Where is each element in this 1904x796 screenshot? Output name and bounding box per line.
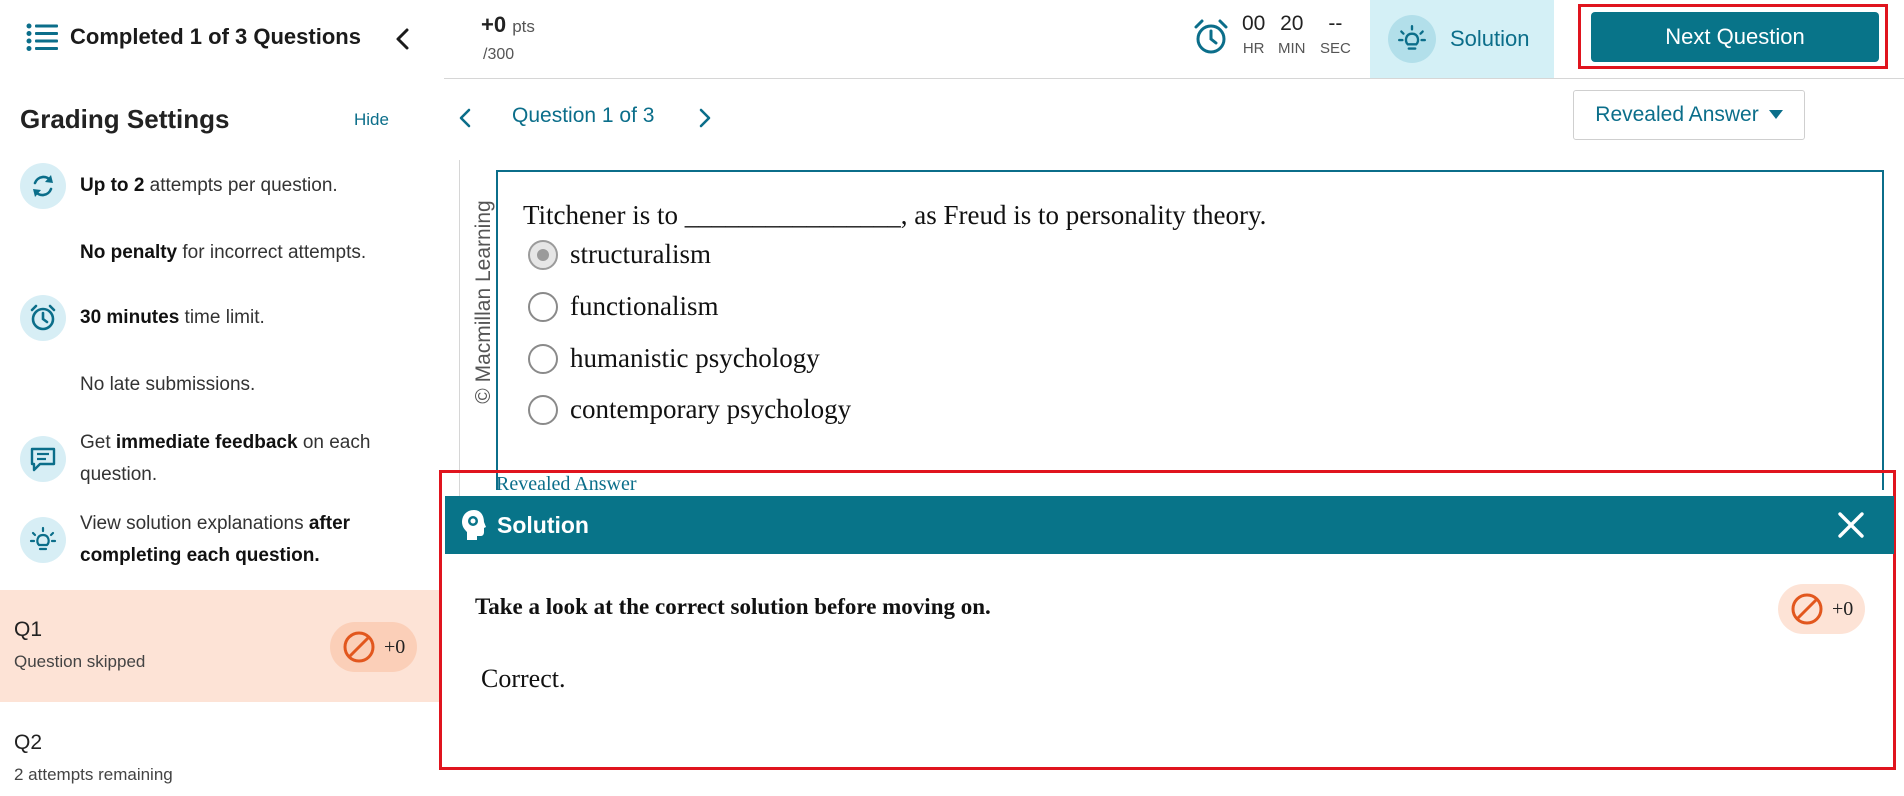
revealed-answer-dropdown-label: Revealed Answer [1595,103,1759,126]
progress-title: Completed 1 of 3 Questions [70,24,361,49]
radio-button[interactable] [528,239,558,270]
solution-score-badge: +0 [1778,584,1866,634]
solution-button-label: Solution [1450,26,1530,51]
rule-text: attempts per question. [144,175,338,196]
radio-button[interactable] [528,291,558,322]
rule-text: Get [80,432,116,453]
timer-min-label: MIN [1278,40,1306,57]
hide-settings-link[interactable]: Hide [354,110,389,130]
timer-seconds: -- SEC [1320,12,1351,57]
score-value: +0 [1832,597,1854,620]
head-lightbulb-icon [462,510,486,540]
question-row-q2[interactable]: Q2 2 attempts remaining [0,703,440,796]
previous-question-icon[interactable] [454,104,476,132]
rule-attempts: Up to 2 attempts per question. [20,163,430,211]
alarm-clock-icon [1194,19,1228,54]
rule-text: time limit. [179,307,265,328]
rule-text: No late submissions. [80,374,256,395]
rule-late: No late submissions. [20,369,430,401]
timer-minutes: 20 MIN [1278,12,1306,57]
rule-bold: Up to 2 [80,175,145,196]
feedback-icon [20,436,66,482]
choice-label: contemporary psychology [570,394,852,424]
rule-bold: 30 minutes [80,307,180,328]
skipped-icon [1791,593,1823,625]
refresh-icon [20,163,66,209]
lightbulb-icon [1388,15,1436,63]
points-display: +0 pts [481,12,535,38]
timer-min-value: 20 [1280,12,1304,35]
revealed-answer-dropdown[interactable]: Revealed Answer [1573,90,1805,140]
question-name: Q2 [14,731,43,754]
rule-solutions: View solution explanations after complet… [20,508,430,572]
lightbulb-icon [20,517,66,563]
rule-time-limit: 30 minutes time limit. [20,295,430,343]
timer-sec-value: -- [1328,12,1343,35]
solution-panel-header: Solution [445,496,1894,554]
solution-button[interactable]: Solution [1370,0,1554,78]
timer-hours: 00 HR [1242,12,1265,57]
score-value: +0 [384,635,406,658]
timer-hr-value: 00 [1242,12,1266,35]
question-name: Q1 [14,618,43,641]
divider [459,160,460,500]
rule-text: View solution explanations [80,513,309,534]
points-total: /300 [483,46,515,63]
question-status: Question skipped [14,652,146,671]
rule-bold: No penalty [80,242,178,263]
sidebar: Completed 1 of 3 Questions Grading Setti… [0,0,440,796]
radio-button[interactable] [528,394,558,425]
choice-label: humanistic psychology [570,343,820,373]
question-row-q1[interactable]: Q1 Question skipped +0 [0,590,440,702]
solution-body: Correct. [481,664,566,693]
choice-functionalism[interactable]: functionalism [528,291,718,322]
score-badge: +0 [330,622,418,672]
rule-text: for incorrect attempts. [177,242,367,263]
next-question-icon[interactable] [694,104,716,132]
solution-panel-title: Solution [497,511,589,538]
question-status: 2 attempts remaining [14,765,173,784]
choice-label: functionalism [570,291,719,321]
rule-bold: immediate feedback [115,432,298,453]
rule-penalty: No penalty for incorrect attempts. [20,237,430,269]
choice-humanistic-psychology[interactable]: humanistic psychology [528,343,820,374]
next-question-button[interactable]: Next Question [1591,12,1879,62]
copyright-watermark: © Macmillan Learning [472,200,495,404]
list-menu-icon[interactable] [26,22,58,52]
points-unit: pts [512,17,535,36]
timer-sec-label: SEC [1320,40,1351,57]
points-value: +0 [481,12,507,37]
question-counter: Question 1 of 3 [512,104,655,127]
collapse-sidebar-icon[interactable] [392,24,414,54]
solution-message: Take a look at the correct solution befo… [475,594,991,619]
choice-structuralism[interactable]: structuralism [528,239,711,270]
choice-label: structuralism [570,239,711,269]
close-icon[interactable] [1836,510,1866,540]
sidebar-header: Completed 1 of 3 Questions [0,0,440,78]
skipped-icon [343,631,375,663]
alarm-clock-icon [20,295,66,341]
timer-hr-label: HR [1242,40,1265,57]
radio-button[interactable] [528,343,558,374]
caret-down-icon [1768,110,1783,119]
question-text: Titchener is to ________________, as Fre… [523,200,1267,230]
choice-contemporary-psychology[interactable]: contemporary psychology [528,394,851,425]
rule-feedback: Get immediate feedback on each question. [20,427,430,491]
grading-settings-title: Grading Settings [20,104,230,134]
